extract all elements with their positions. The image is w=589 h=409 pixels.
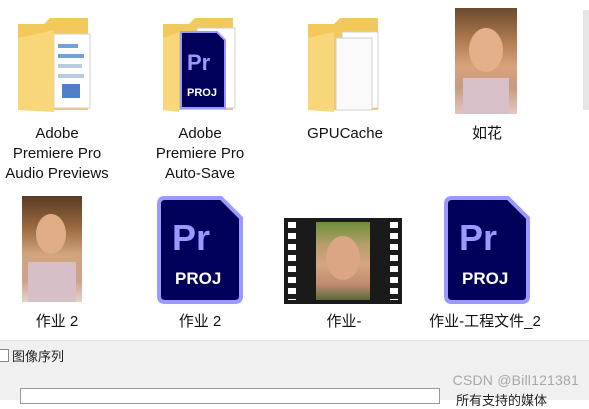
file-label: 作业-工程文件_2	[429, 313, 541, 330]
file-label: GPUCache	[307, 125, 383, 142]
file-label: 作业-	[326, 313, 362, 330]
file-item-zuoye2-image[interactable]: 作业 2	[0, 190, 114, 335]
file-item-auto-save[interactable]: Pr PROJ Adobe Premiere Pro Auto-Save	[143, 0, 257, 185]
file-item-gpucache[interactable]: GPUCache	[288, 0, 402, 145]
file-item-ruhua[interactable]: 如花	[430, 0, 544, 145]
svg-text:Pr: Pr	[187, 50, 211, 75]
file-item-zuoye-project-file[interactable]: Pr PROJ 作业-工程文件_2	[429, 190, 560, 335]
image-thumbnail	[22, 196, 82, 302]
pr-letters: Pr	[459, 217, 497, 258]
svg-text:PROJ: PROJ	[187, 87, 217, 99]
partial-item	[583, 10, 589, 110]
watermark: CSDN @Bill121381	[452, 372, 579, 388]
file-label: 作业 2	[178, 313, 222, 330]
image-sequence-checkbox[interactable]	[0, 349, 9, 362]
video-thumbnail	[284, 218, 402, 304]
file-item-zuoye-video[interactable]: 作业-	[284, 190, 404, 335]
file-grid: Adobe Premiere Pro Audio Previews Pr PRO…	[0, 0, 589, 340]
folder-icon	[308, 18, 379, 112]
image-thumbnail	[455, 8, 517, 114]
folder-pr-icon: Pr PROJ	[163, 18, 236, 112]
proj-ext: PROJ	[175, 269, 221, 288]
file-item-zuoye2-proj[interactable]: Pr PROJ 作业 2	[143, 190, 257, 335]
pr-letters: Pr	[172, 217, 210, 258]
file-label: Adobe Premiere Pro Auto-Save	[155, 125, 245, 182]
file-type-filter[interactable]: 所有支持的媒体	[456, 390, 547, 409]
proj-ext: PROJ	[462, 269, 508, 288]
file-name-input[interactable]	[20, 388, 440, 404]
image-sequence-label: 图像序列	[12, 349, 65, 364]
file-label: 作业 2	[35, 313, 79, 330]
file-label: 如花	[471, 125, 502, 142]
file-item-audio-previews[interactable]: Adobe Premiere Pro Audio Previews	[0, 0, 114, 185]
folder-icon	[18, 18, 91, 112]
premiere-project-icon: Pr PROJ	[157, 196, 243, 304]
file-label: Adobe Premiere Pro Audio Previews	[5, 125, 109, 182]
premiere-project-icon: Pr PROJ	[444, 196, 530, 304]
